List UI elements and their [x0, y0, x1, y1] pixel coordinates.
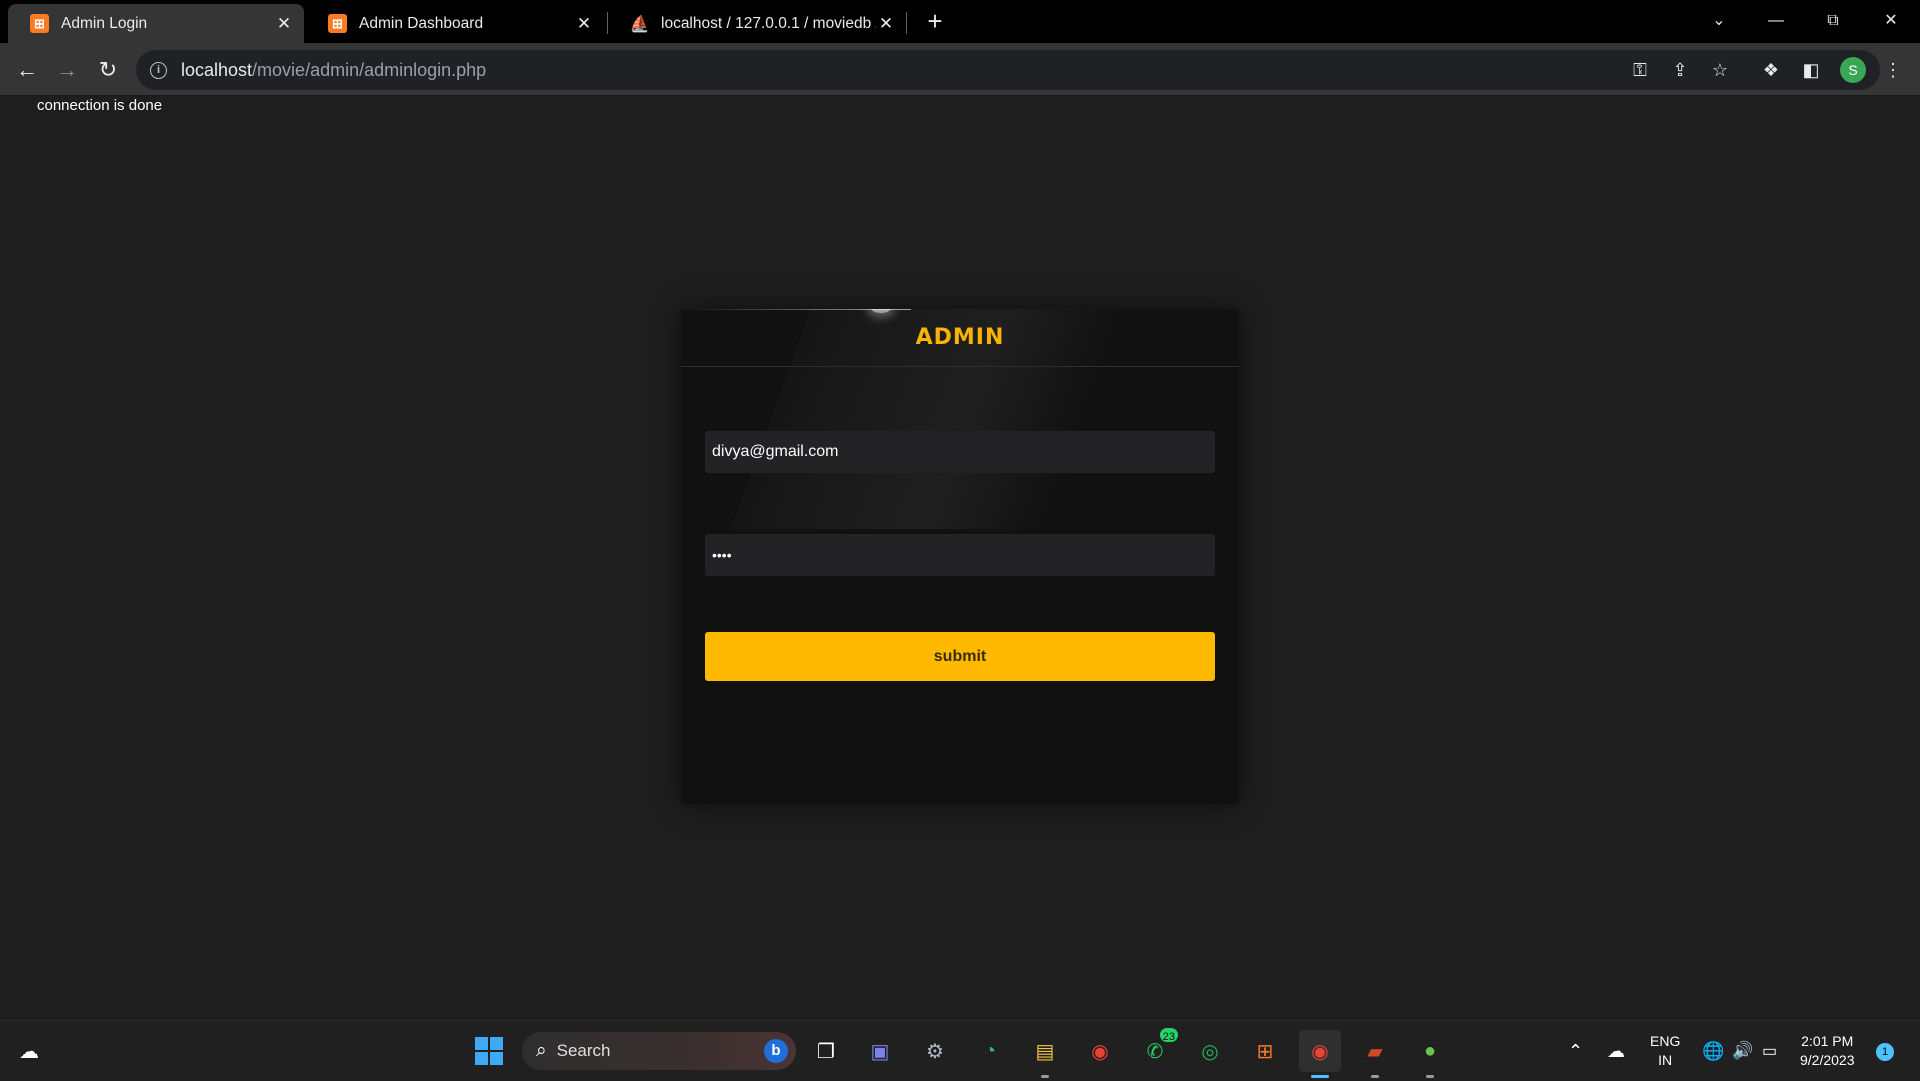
- tab-search-icon[interactable]: ⌄: [1696, 6, 1742, 36]
- address-bar[interactable]: i localhost/movie/admin/adminlogin.php ⚿…: [136, 50, 1880, 90]
- language-code: ENG: [1650, 1033, 1681, 1049]
- region-code: IN: [1658, 1052, 1673, 1068]
- tab-phpmyadmin[interactable]: ⛵ localhost / 127.0.0.1 / moviedb / ✕: [608, 4, 906, 43]
- admin-login-card: ADMIN divya@gmail.com •••• submit: [681, 309, 1239, 804]
- new-tab-button[interactable]: +: [923, 8, 947, 34]
- browser-tab-strip: ⊞ Admin Login ✕ ⊞ Admin Dashboard ✕ ⛵ lo…: [0, 0, 1920, 43]
- whatsapp-icon[interactable]: ✆ 23: [1134, 1026, 1180, 1072]
- teams-chat-icon[interactable]: ▣: [859, 1030, 901, 1072]
- password-mask: ••••: [712, 547, 732, 563]
- language-indicator[interactable]: ENG IN: [1650, 1021, 1680, 1081]
- search-icon: ⌕: [536, 1040, 547, 1061]
- notification-count-badge[interactable]: 1: [1876, 1043, 1894, 1061]
- clock-date: 9/2/2023: [1800, 1052, 1855, 1068]
- battery-icon[interactable]: ▭: [1762, 1021, 1777, 1081]
- minimize-button[interactable]: —: [1753, 6, 1799, 36]
- eclipse-green-app-icon[interactable]: ●: [1409, 1030, 1451, 1078]
- url-host: localhost: [181, 59, 253, 80]
- running-indicator: [1371, 1075, 1379, 1078]
- phpmyadmin-icon: ⛵: [629, 15, 650, 33]
- url-path: /movie/admin/adminlogin.php: [252, 59, 487, 80]
- tab-separator: [906, 12, 907, 34]
- chrome-icon[interactable]: ◉: [1079, 1030, 1121, 1072]
- back-button[interactable]: ←: [11, 54, 43, 86]
- whatsapp-unread-badge: 23: [1157, 1026, 1180, 1044]
- restore-button[interactable]: ⧉: [1810, 6, 1856, 36]
- tab-admin-dashboard[interactable]: ⊞ Admin Dashboard ✕: [306, 4, 604, 43]
- url-text[interactable]: localhost/movie/admin/adminlogin.php: [181, 60, 486, 81]
- window-close-button[interactable]: ✕: [1868, 6, 1914, 36]
- tab-title: localhost / 127.0.0.1 / moviedb /: [661, 14, 876, 32]
- card-title: ADMIN: [915, 325, 1005, 350]
- email-value: divya@gmail.com: [712, 443, 839, 460]
- search-label: Search: [556, 1041, 611, 1060]
- xampp-icon: ⊞: [328, 14, 347, 33]
- reload-button[interactable]: ↻: [92, 54, 124, 86]
- show-hidden-icons-chevron[interactable]: ⌃: [1568, 1021, 1583, 1081]
- close-icon[interactable]: ✕: [574, 14, 594, 34]
- clock-time: 2:01 PM: [1801, 1033, 1854, 1049]
- card-header: ADMIN: [681, 309, 1239, 367]
- page-viewport: connection is done ADMIN divya@gmail.com…: [0, 97, 1920, 1020]
- powerpoint-icon[interactable]: ▰: [1354, 1030, 1396, 1078]
- submit-button[interactable]: submit: [705, 632, 1215, 681]
- bing-icon[interactable]: b: [764, 1039, 788, 1063]
- edge-browser-icon[interactable]: ◔: [969, 1030, 1011, 1072]
- email-field[interactable]: divya@gmail.com: [705, 431, 1215, 473]
- xampp-icon: ⊞: [30, 14, 49, 33]
- side-panel-icon[interactable]: ◧: [1798, 57, 1824, 83]
- spotify-icon[interactable]: ◎: [1189, 1030, 1231, 1072]
- menu-kebab-icon[interactable]: ⋮: [1880, 57, 1906, 83]
- clock[interactable]: 2:01 PM 9/2/2023: [1800, 1021, 1855, 1081]
- file-explorer-icon[interactable]: ▤: [1024, 1030, 1066, 1078]
- windows-logo-icon: [475, 1037, 503, 1065]
- task-view-icon[interactable]: ❐: [805, 1030, 847, 1072]
- tab-title: Admin Dashboard: [359, 14, 484, 32]
- weather-icon[interactable]: ☁: [8, 1030, 50, 1072]
- browser-toolbar: ← → ↻ i localhost/movie/admin/adminlogin…: [0, 43, 1920, 96]
- network-globe-icon[interactable]: 🌐: [1702, 1021, 1724, 1081]
- password-field[interactable]: ••••: [705, 534, 1215, 576]
- close-icon[interactable]: ✕: [876, 14, 896, 34]
- extensions-puzzle-icon[interactable]: ❖: [1758, 57, 1784, 83]
- connection-status-text: connection is done: [37, 97, 163, 114]
- settings-gear-icon[interactable]: ⚙: [914, 1030, 956, 1072]
- bookmark-star-icon[interactable]: ☆: [1708, 58, 1732, 82]
- taskbar-search-box[interactable]: ⌕ Search b: [522, 1032, 796, 1070]
- windows-taskbar: ☁ ⌕ Search b ❐ ▣ ⚙ ◔ ▤ ◉ ✆ 23 ◎ ⊞ ◉ ▰ ● ⌃…: [0, 1020, 1920, 1080]
- xampp-icon[interactable]: ⊞: [1244, 1030, 1286, 1072]
- running-indicator: [1426, 1075, 1434, 1078]
- key-icon[interactable]: ⚿: [1628, 58, 1652, 82]
- running-indicator: [1311, 1075, 1329, 1078]
- close-icon[interactable]: ✕: [274, 14, 294, 34]
- share-icon[interactable]: ⇪: [1668, 58, 1692, 82]
- onedrive-cloud-icon[interactable]: ☁: [1607, 1021, 1625, 1081]
- forward-button[interactable]: →: [51, 54, 83, 86]
- tab-admin-login[interactable]: ⊞ Admin Login ✕: [8, 4, 304, 43]
- running-indicator: [1041, 1075, 1049, 1078]
- volume-icon[interactable]: 🔊: [1732, 1021, 1753, 1081]
- tab-title: Admin Login: [61, 14, 148, 32]
- start-button[interactable]: [468, 1030, 510, 1072]
- chrome-active-icon[interactable]: ◉: [1299, 1030, 1341, 1078]
- site-info-icon[interactable]: i: [150, 61, 167, 79]
- profile-avatar[interactable]: S: [1840, 57, 1866, 83]
